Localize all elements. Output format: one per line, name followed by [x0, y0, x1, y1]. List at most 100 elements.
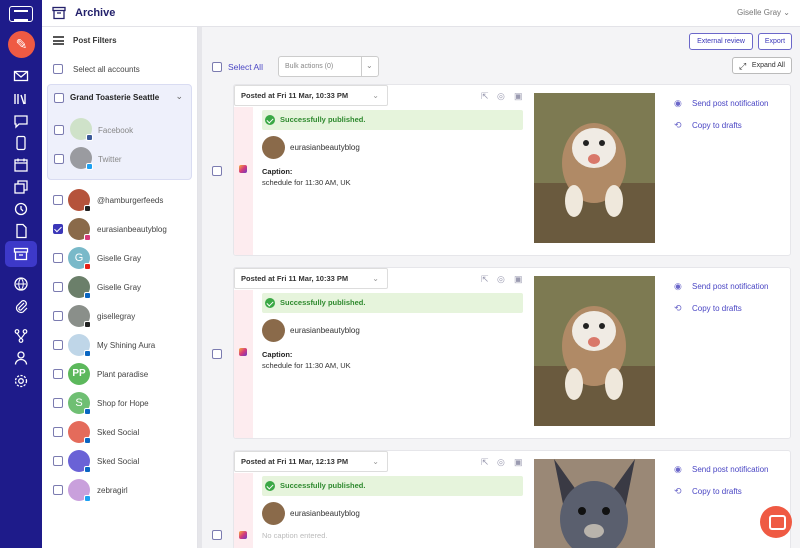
group-name: Grand Toasterie Seattle: [70, 93, 160, 102]
account-checkbox[interactable]: [53, 224, 63, 234]
user-icon[interactable]: [13, 350, 29, 366]
post-image[interactable]: [534, 93, 655, 243]
avatar: [262, 319, 285, 342]
attachment-icon[interactable]: [13, 298, 29, 314]
account-checkbox[interactable]: [53, 311, 63, 321]
divider: [361, 57, 362, 76]
menu-icon[interactable]: [53, 36, 64, 45]
chat-icon[interactable]: [13, 113, 29, 129]
instagram-icon: [239, 531, 247, 539]
filters-title: Post Filters: [73, 36, 117, 45]
twitter-checkbox[interactable]: [54, 154, 64, 164]
inbox-icon[interactable]: [13, 68, 29, 84]
caption-label: Caption:: [262, 167, 293, 176]
external-review-button[interactable]: External review: [689, 33, 753, 50]
chat-launcher-button[interactable]: [760, 506, 792, 538]
compose-icon[interactable]: ✎: [8, 31, 35, 58]
account-checkbox[interactable]: [53, 195, 63, 205]
analytics-icon[interactable]: [13, 276, 29, 292]
account-checkbox[interactable]: [53, 369, 63, 379]
linkedin-badge-icon: [84, 408, 91, 415]
select-all-accounts-label: Select all accounts: [73, 65, 140, 74]
facebook-checkbox[interactable]: [54, 125, 64, 135]
bulk-actions-select[interactable]: Bulk actions (0) ⌄: [278, 56, 379, 77]
post-network-strip: [234, 290, 253, 438]
mobile-icon[interactable]: [13, 135, 29, 151]
copy-to-drafts-link[interactable]: ⟲ Copy to drafts: [674, 303, 742, 313]
account-checkbox[interactable]: [53, 398, 63, 408]
post-image[interactable]: [534, 459, 655, 548]
select-all-checkbox[interactable]: [212, 62, 222, 72]
workflow-icon[interactable]: [13, 328, 29, 344]
status-text: Successfully published.: [280, 115, 366, 124]
post-image[interactable]: [534, 276, 655, 426]
account-checkbox[interactable]: [53, 456, 63, 466]
post-account-name: eurasianbeautyblog: [290, 326, 360, 335]
chevron-down-icon: ⌄: [783, 8, 790, 17]
send-post-notification-link[interactable]: ◉ Send post notification: [674, 281, 769, 291]
linkedin-badge-icon: [84, 292, 91, 299]
status-banner: Successfully published.: [262, 293, 523, 313]
post-checkbox[interactable]: [212, 530, 222, 540]
post-checkbox[interactable]: [212, 349, 222, 359]
library-icon[interactable]: [13, 91, 29, 107]
avatar: PP: [68, 363, 90, 385]
action-label: Copy to drafts: [692, 121, 742, 130]
settings-icon[interactable]: [13, 373, 29, 389]
expand-all-label: Expand All: [751, 62, 785, 69]
youtube-badge-icon: [84, 263, 91, 270]
expand-all-button[interactable]: ⤢ Expand All: [732, 57, 792, 74]
check-circle-icon: [265, 298, 275, 308]
history-icon[interactable]: [13, 201, 29, 217]
group-checkbox[interactable]: [54, 93, 64, 103]
send-post-notification-link[interactable]: ◉ Send post notification: [674, 464, 769, 474]
document-icon[interactable]: [13, 223, 29, 239]
check-circle-icon: [265, 115, 275, 125]
tiktok-badge-icon: [84, 205, 91, 212]
post-account-name: eurasianbeautyblog: [290, 509, 360, 518]
status-banner: Successfully published.: [262, 476, 523, 496]
expand-icon: ⤢: [739, 61, 747, 71]
pinterest-icon[interactable]: ◎: [497, 274, 505, 285]
archive-main: External review Export Select All Bulk a…: [202, 27, 800, 548]
action-label: Send post notification: [692, 465, 769, 474]
export-button[interactable]: Export: [758, 33, 792, 50]
facebook-label: Facebook: [98, 126, 134, 135]
user-menu[interactable]: Giselle Gray ⌄: [737, 8, 790, 17]
select-all-label[interactable]: Select All: [228, 62, 263, 72]
eye-icon: ◉: [674, 98, 682, 108]
copy-to-drafts-link[interactable]: ⟲ Copy to drafts: [674, 120, 742, 130]
post-card: Posted at Fri 11 Mar, 10:33 PM ⌄ ⇱ ◎ ▣ Su…: [233, 267, 791, 439]
account-label: gisellegray: [97, 312, 136, 321]
account-label: Giselle Gray: [97, 254, 142, 263]
copy-to-drafts-link[interactable]: ⟲ Copy to drafts: [674, 486, 742, 496]
image-icon[interactable]: ▣: [514, 457, 523, 468]
account-checkbox[interactable]: [53, 253, 63, 263]
open-link-icon[interactable]: ⇱: [481, 91, 489, 102]
pinterest-icon[interactable]: ◎: [497, 457, 505, 468]
post-checkbox[interactable]: [212, 166, 222, 176]
posted-at-dropdown[interactable]: Posted at Fri 11 Mar, 12:13 PM ⌄: [234, 451, 388, 472]
linkedin-badge-icon: [84, 350, 91, 357]
image-icon[interactable]: ▣: [514, 274, 523, 285]
caption-text: schedule for 11:30 AM, UK: [262, 361, 351, 370]
chevron-down-icon[interactable]: ⌄: [175, 91, 183, 102]
open-link-icon[interactable]: ⇱: [481, 457, 489, 468]
logo-icon[interactable]: [9, 6, 33, 22]
top-bar: Archive Giselle Gray ⌄: [42, 0, 800, 27]
posted-at-dropdown[interactable]: Posted at Fri 11 Mar, 10:33 PM ⌄: [234, 85, 388, 106]
calendar-icon[interactable]: [13, 157, 29, 173]
open-link-icon[interactable]: ⇱: [481, 274, 489, 285]
gallery-icon[interactable]: [13, 179, 29, 195]
select-all-accounts-checkbox[interactable]: [53, 64, 63, 74]
account-checkbox[interactable]: [53, 282, 63, 292]
image-icon[interactable]: ▣: [514, 91, 523, 102]
pinterest-icon[interactable]: ◎: [497, 91, 505, 102]
account-checkbox[interactable]: [53, 485, 63, 495]
account-checkbox[interactable]: [53, 340, 63, 350]
account-checkbox[interactable]: [53, 427, 63, 437]
posted-at-dropdown[interactable]: Posted at Fri 11 Mar, 10:33 PM ⌄: [234, 268, 388, 289]
archive-icon[interactable]: [13, 246, 29, 262]
page-title: Archive: [75, 7, 116, 19]
send-post-notification-link[interactable]: ◉ Send post notification: [674, 98, 769, 108]
